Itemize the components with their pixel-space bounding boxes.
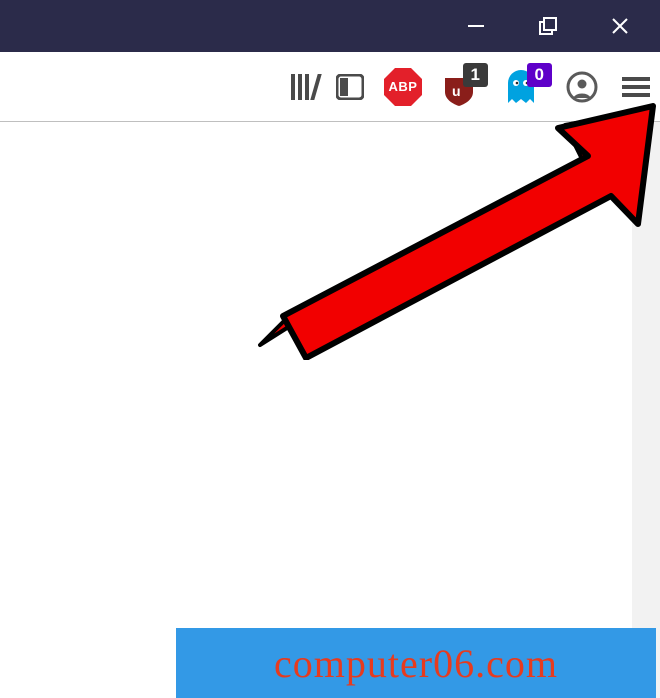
content-area	[0, 122, 660, 698]
watermark-text: computer06.com	[274, 640, 558, 687]
menu-button[interactable]	[622, 75, 650, 99]
sidebar-toggle-button[interactable]	[336, 74, 364, 100]
abp-label: ABP	[382, 79, 424, 94]
minimize-icon	[467, 17, 485, 35]
ublock-badge: 1	[463, 63, 488, 87]
adblock-plus-button[interactable]: ABP	[382, 66, 424, 108]
close-icon	[610, 16, 630, 36]
restore-icon	[538, 16, 558, 36]
ublock-origin-button[interactable]: u 1	[442, 65, 486, 109]
account-button[interactable]	[566, 71, 598, 103]
library-button[interactable]	[291, 74, 318, 100]
browser-toolbar: ABP u 1 0	[0, 52, 660, 122]
library-icon	[291, 74, 318, 100]
hamburger-icon	[622, 75, 650, 99]
ghostery-badge: 0	[527, 63, 552, 87]
scrollbar-track[interactable]	[632, 122, 660, 698]
sidebar-icon	[336, 74, 364, 100]
window-titlebar	[0, 0, 660, 52]
maximize-button[interactable]	[512, 0, 584, 52]
minimize-button[interactable]	[440, 0, 512, 52]
close-button[interactable]	[584, 0, 656, 52]
account-icon	[566, 71, 598, 103]
ghostery-button[interactable]: 0	[504, 65, 548, 109]
svg-text:u: u	[452, 83, 461, 99]
watermark: computer06.com	[176, 628, 656, 698]
